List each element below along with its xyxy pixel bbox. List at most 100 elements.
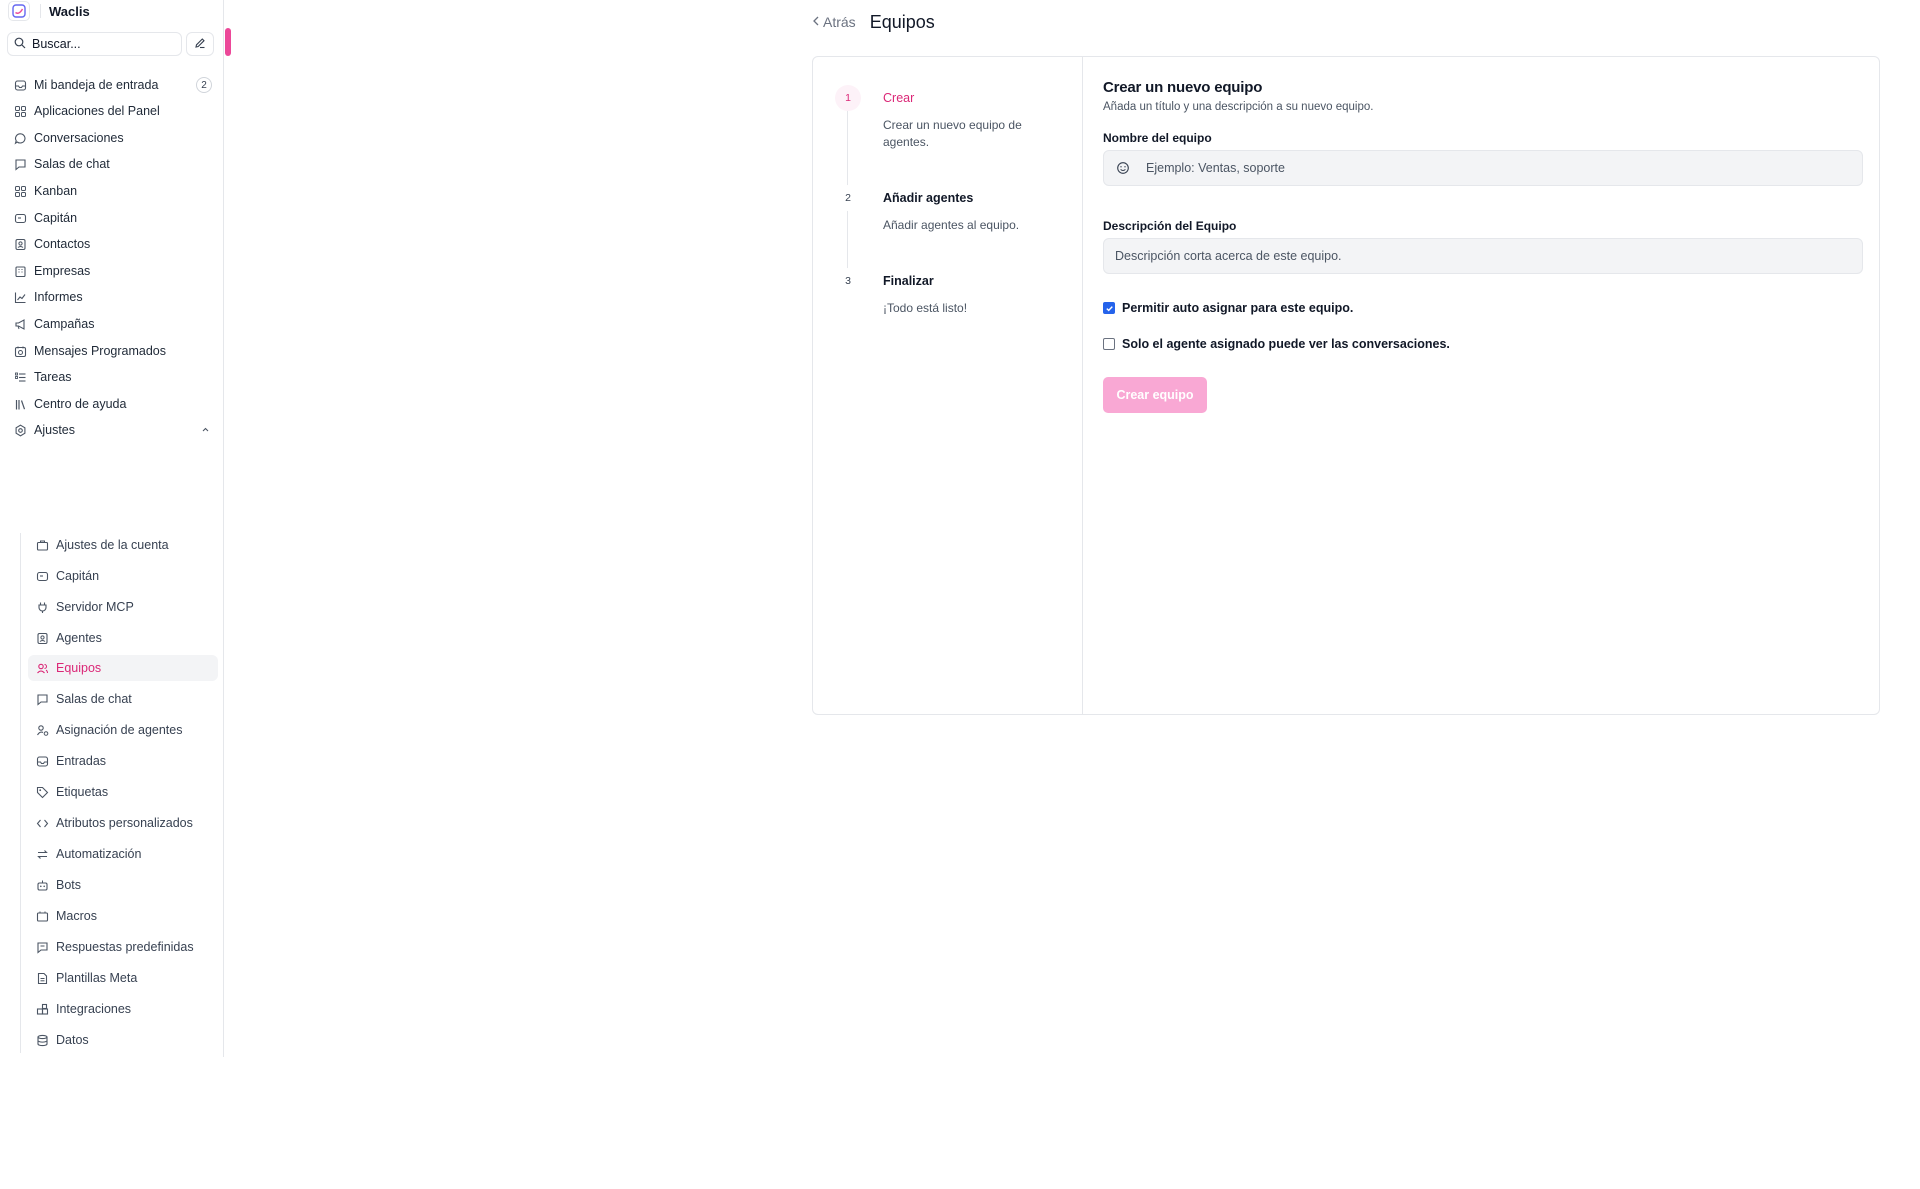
- settings-item-agent-assignment[interactable]: Asignación de agentes: [28, 717, 218, 743]
- nav-item-label: Contactos: [34, 237, 91, 251]
- nav-item-help-center[interactable]: Centro de ayuda: [8, 391, 216, 417]
- bot-icon: [34, 877, 50, 893]
- settings-item-label: Automatización: [56, 847, 142, 861]
- settings-item-label: Servidor MCP: [56, 600, 134, 614]
- create-team-button[interactable]: Crear equipo: [1103, 377, 1207, 413]
- settings-item-account[interactable]: Ajustes de la cuenta: [28, 532, 218, 558]
- nav-item-reports[interactable]: Informes: [8, 284, 216, 310]
- code-icon: [34, 815, 50, 831]
- nav-item-scheduled-messages[interactable]: Mensajes Programados: [8, 338, 216, 364]
- document-icon: [34, 970, 50, 986]
- nav-item-dashboard-apps[interactable]: Aplicaciones del Panel: [8, 98, 216, 124]
- sidebar-resize-handle[interactable]: [225, 28, 231, 56]
- emoji-picker-icon[interactable]: [1116, 161, 1130, 175]
- search-icon: [14, 37, 26, 52]
- nav-item-inbox[interactable]: Mi bandeja de entrada 2: [8, 72, 216, 98]
- team-name-placeholder: Ejemplo: Ventas, soporte: [1146, 161, 1285, 175]
- macro-icon: [34, 908, 50, 924]
- auto-assign-label: Permitir auto asignar para este equipo.: [1122, 301, 1354, 315]
- app-name: Waclis: [49, 3, 90, 19]
- settings-item-meta-templates[interactable]: Plantillas Meta: [28, 965, 218, 991]
- app-logo-icon[interactable]: [8, 1, 30, 21]
- auto-assign-option[interactable]: Permitir auto asignar para este equipo.: [1103, 301, 1863, 315]
- team-description-input[interactable]: Descripción corta acerca de este equipo.: [1103, 238, 1863, 274]
- captain-icon: [12, 210, 28, 226]
- assigned-only-checkbox[interactable]: [1103, 338, 1115, 350]
- brand: Waclis: [8, 0, 90, 22]
- nav-item-label: Salas de chat: [34, 157, 110, 171]
- nav-item-label: Campañas: [34, 317, 95, 331]
- create-team-form: Crear un nuevo equipo Añada un título y …: [1103, 79, 1863, 413]
- form-subtitle: Añada un título y una descripción a su n…: [1103, 101, 1374, 113]
- step-title: Finalizar: [883, 274, 934, 288]
- settings-item-inboxes[interactable]: Entradas: [28, 748, 218, 774]
- settings-item-label: Asignación de agentes: [56, 723, 183, 737]
- settings-item-label: Capitán: [56, 569, 100, 583]
- step-description: Crear un nuevo equipo de agentes.: [883, 118, 1022, 149]
- settings-item-data[interactable]: Datos: [28, 1027, 218, 1053]
- nav-item-kanban[interactable]: Kanban: [8, 178, 216, 204]
- settings-item-labels[interactable]: Etiquetas: [28, 779, 218, 805]
- settings-item-macros[interactable]: Macros: [28, 903, 218, 929]
- contact-card-icon: [12, 236, 28, 252]
- canned-response-icon: [34, 939, 50, 955]
- step-description: Añadir agentes al equipo.: [883, 218, 1020, 232]
- plug-icon: [34, 599, 50, 615]
- unread-count-badge: 2: [196, 77, 212, 93]
- step-title: Crear: [883, 91, 915, 105]
- inbox-icon: [12, 77, 28, 93]
- step-number: 3: [835, 268, 861, 294]
- settings-item-label: Equipos: [56, 661, 102, 675]
- nav-item-label: Kanban: [34, 184, 78, 198]
- settings-item-chat-rooms[interactable]: Salas de chat: [28, 686, 218, 712]
- settings-item-label: Salas de chat: [56, 692, 132, 706]
- team-name-label: Nombre del equipo: [1103, 131, 1212, 145]
- nav-item-settings[interactable]: Ajustes: [8, 417, 216, 443]
- nav-item-label: Centro de ayuda: [34, 397, 127, 411]
- assigned-only-option[interactable]: Solo el agente asignado puede ver las co…: [1103, 337, 1863, 351]
- automation-icon: [34, 846, 50, 862]
- settings-item-integrations[interactable]: Integraciones: [28, 996, 218, 1022]
- settings-item-custom-attributes[interactable]: Atributos personalizados: [28, 810, 218, 836]
- tasks-icon: [12, 369, 28, 385]
- nav-item-label: Conversaciones: [34, 131, 124, 145]
- settings-item-agents[interactable]: Agentes: [28, 625, 218, 651]
- settings-item-teams[interactable]: Equipos: [28, 655, 218, 681]
- nav-item-label: Tareas: [34, 370, 72, 384]
- captain-icon: [34, 568, 50, 584]
- auto-assign-checkbox[interactable]: [1103, 302, 1115, 314]
- settings-item-bots[interactable]: Bots: [28, 872, 218, 898]
- nav-item-companies[interactable]: Empresas: [8, 258, 216, 284]
- nav-item-contacts[interactable]: Contactos: [8, 231, 216, 257]
- tag-icon: [34, 784, 50, 800]
- nav-item-label: Informes: [34, 290, 83, 304]
- kanban-icon: [12, 183, 28, 199]
- nav-item-chat-rooms[interactable]: Salas de chat: [8, 151, 216, 177]
- nav-item-captain[interactable]: Capitán: [8, 205, 216, 231]
- compose-button[interactable]: [186, 32, 214, 56]
- chevron-up-icon[interactable]: [201, 423, 210, 437]
- form-title: Crear un nuevo equipo: [1103, 79, 1263, 96]
- team-name-input[interactable]: Ejemplo: Ventas, soporte: [1103, 150, 1863, 186]
- nav-item-label: Mensajes Programados: [34, 344, 167, 358]
- team-description-label: Descripción del Equipo: [1103, 219, 1237, 233]
- settings-item-mcp-server[interactable]: Servidor MCP: [28, 594, 218, 620]
- settings-item-label: Agentes: [56, 631, 102, 645]
- back-button[interactable]: Atrás: [812, 14, 856, 30]
- chat-square-icon: [34, 691, 50, 707]
- settings-item-canned-responses[interactable]: Respuestas predefinidas: [28, 934, 218, 960]
- chat-bubble-icon: [12, 130, 28, 146]
- settings-item-captain[interactable]: Capitán: [28, 563, 218, 589]
- nav-item-campaigns[interactable]: Campañas: [8, 311, 216, 337]
- grid-icon: [12, 103, 28, 119]
- chart-line-icon: [12, 289, 28, 305]
- search-input[interactable]: Buscar...: [7, 32, 182, 56]
- building-icon: [12, 263, 28, 279]
- library-icon: [12, 396, 28, 412]
- nav-item-label: Empresas: [34, 264, 91, 278]
- settings-item-automation[interactable]: Automatización: [28, 841, 218, 867]
- create-team-card: 1 Crear Crear un nuevo equipo de agentes…: [812, 56, 1880, 715]
- settings-icon: [12, 422, 28, 438]
- nav-item-conversations[interactable]: Conversaciones: [8, 125, 216, 151]
- nav-item-tasks[interactable]: Tareas: [8, 364, 216, 390]
